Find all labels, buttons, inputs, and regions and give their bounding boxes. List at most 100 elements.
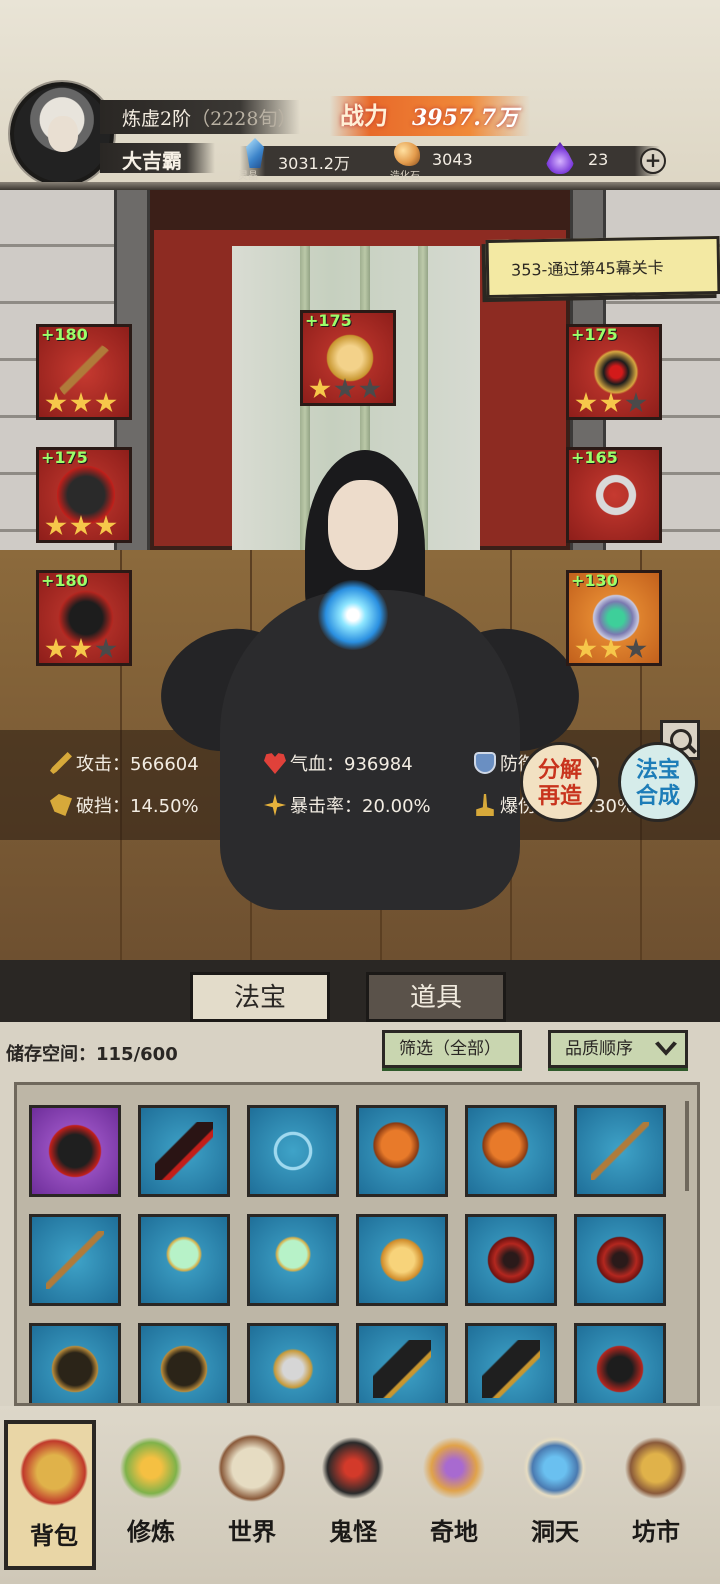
door-lintel — [150, 190, 570, 230]
equip-slot-pendant[interactable]: +165 — [566, 447, 662, 543]
inventory-item[interactable] — [247, 1105, 339, 1197]
nav-lotus[interactable]: 修炼 — [105, 1420, 197, 1570]
creation-stone-caption: 造化石 — [390, 171, 420, 182]
inventory-item[interactable] — [247, 1214, 339, 1306]
nav-portal[interactable]: 洞天 — [509, 1420, 601, 1570]
chestplate-icon — [264, 1340, 322, 1398]
stat-block-break: 破挡：14.50% — [50, 792, 199, 818]
shield-icon — [474, 752, 496, 774]
decompose-button[interactable]: 分解 再造 — [520, 742, 600, 822]
inventory-scrollbar[interactable] — [685, 1101, 689, 1191]
bow-icon — [264, 1122, 322, 1180]
demon-mask-icon — [482, 1231, 540, 1289]
axe-icon — [482, 1122, 540, 1180]
power-value: 3957.7万 — [412, 105, 519, 131]
nav-market-stall[interactable]: 坊市 — [610, 1420, 702, 1570]
stat-block-break-text: 破挡：14.50% — [76, 796, 199, 817]
inventory-item[interactable] — [574, 1214, 666, 1306]
equip-slot-talisman[interactable]: +175 — [300, 310, 396, 406]
sort-label: 品质顺序 — [565, 1039, 633, 1059]
filter-dropdown[interactable]: 筛选（全部） — [382, 1030, 522, 1068]
storage-capacity: 储存空间：115/600 — [6, 1044, 178, 1065]
equip-stars — [45, 392, 117, 414]
equip-slot-staff[interactable]: +180 — [36, 324, 132, 420]
pendant-icon — [587, 466, 645, 524]
equip-slot-robe[interactable]: +175 — [36, 447, 132, 543]
inventory-item[interactable] — [465, 1214, 557, 1306]
nav-label: 洞天 — [531, 1517, 579, 1546]
dagger-icon — [155, 1122, 213, 1180]
inventory-tabs: 法宝 道具 — [0, 960, 720, 1022]
inventory-item[interactable] — [29, 1105, 121, 1197]
block-break-icon — [50, 794, 72, 816]
synthesize-label-1: 法宝 — [635, 757, 680, 783]
power-label: 战力 — [340, 101, 388, 130]
inventory-item[interactable] — [29, 1323, 121, 1403]
star-icon — [95, 638, 117, 659]
inventory-item[interactable] — [465, 1323, 557, 1403]
inventory-item[interactable] — [574, 1323, 666, 1403]
nav-scroll-map[interactable]: 世界 — [206, 1420, 298, 1570]
inventory-item[interactable] — [356, 1105, 448, 1197]
star-icon — [625, 392, 647, 413]
equip-level: +180 — [41, 571, 88, 590]
stat-hp: 气血：936984 — [264, 750, 413, 776]
inventory-item[interactable] — [247, 1323, 339, 1403]
star-icon — [334, 378, 356, 399]
nav-label: 世界 — [228, 1517, 276, 1546]
realm-sub: （2228旬） — [191, 108, 297, 130]
equip-stars — [45, 515, 117, 537]
stat-hp-text: 气血：936984 — [290, 754, 413, 775]
inventory-item[interactable] — [356, 1214, 448, 1306]
sort-dropdown[interactable]: 品质顺序 — [548, 1030, 688, 1068]
nav-label: 鬼怪 — [329, 1517, 377, 1546]
nav-demon-egg[interactable]: 鬼怪 — [307, 1420, 399, 1570]
star-icon — [95, 392, 117, 413]
synthesize-label-2: 合成 — [635, 783, 680, 809]
crit-icon — [264, 794, 286, 816]
tab-treasure[interactable]: 法宝 — [190, 972, 330, 1022]
staff-icon — [591, 1122, 649, 1180]
inventory-item[interactable] — [574, 1105, 666, 1197]
nav-mountain[interactable]: 奇地 — [408, 1420, 500, 1570]
equip-slot-ring[interactable]: +130 — [566, 570, 662, 666]
nav-label: 奇地 — [430, 1517, 478, 1546]
mirror-icon — [264, 1231, 322, 1289]
equip-level: +175 — [305, 311, 352, 330]
add-resource-button[interactable]: + — [640, 148, 666, 174]
synthesize-button[interactable]: 法宝 合成 — [618, 742, 698, 822]
mountain-icon — [414, 1428, 494, 1508]
player-name: 大吉霸 — [122, 149, 182, 173]
crit-damage-icon — [476, 794, 494, 816]
bottom-nav: 背包 修炼 世界 鬼怪 奇地 洞天 坊市 — [0, 1406, 720, 1584]
equip-stars — [575, 392, 647, 414]
scroll-map-icon — [212, 1428, 292, 1508]
tab-items[interactable]: 道具 — [366, 972, 506, 1022]
equip-level: +175 — [41, 448, 88, 467]
decompose-label-1: 分解 — [537, 757, 582, 783]
inventory-item[interactable] — [465, 1105, 557, 1197]
stat-crit-rate: 暴击率：20.00% — [264, 792, 431, 818]
nav-bag[interactable]: 背包 — [4, 1420, 96, 1570]
helmet-icon — [591, 1340, 649, 1398]
decompose-label-2: 再造 — [537, 783, 582, 809]
inventory-item[interactable] — [138, 1214, 230, 1306]
character-head — [328, 480, 398, 570]
inventory-item[interactable] — [29, 1214, 121, 1306]
spirit-crystal-value: 3031.2万 — [278, 154, 350, 173]
inventory-item[interactable] — [356, 1323, 448, 1403]
mission-banner[interactable]: 353-通过第45幕关卡 — [485, 235, 720, 299]
lotus-icon — [111, 1428, 191, 1508]
purple-flame-value: 23 — [588, 150, 609, 169]
inventory-item[interactable] — [138, 1105, 230, 1197]
inventory-item[interactable] — [138, 1323, 230, 1403]
market-stall-icon — [616, 1428, 696, 1508]
equip-slot-boots[interactable]: +180 — [36, 570, 132, 666]
axe-icon — [373, 1122, 431, 1180]
equip-slot-crown[interactable]: +175 — [566, 324, 662, 420]
star-icon — [45, 638, 67, 659]
inventory-grid — [14, 1082, 700, 1406]
equip-stars — [309, 378, 381, 400]
stat-crit-rate-text: 暴击率：20.00% — [290, 796, 431, 817]
player-avatar[interactable] — [10, 82, 114, 186]
